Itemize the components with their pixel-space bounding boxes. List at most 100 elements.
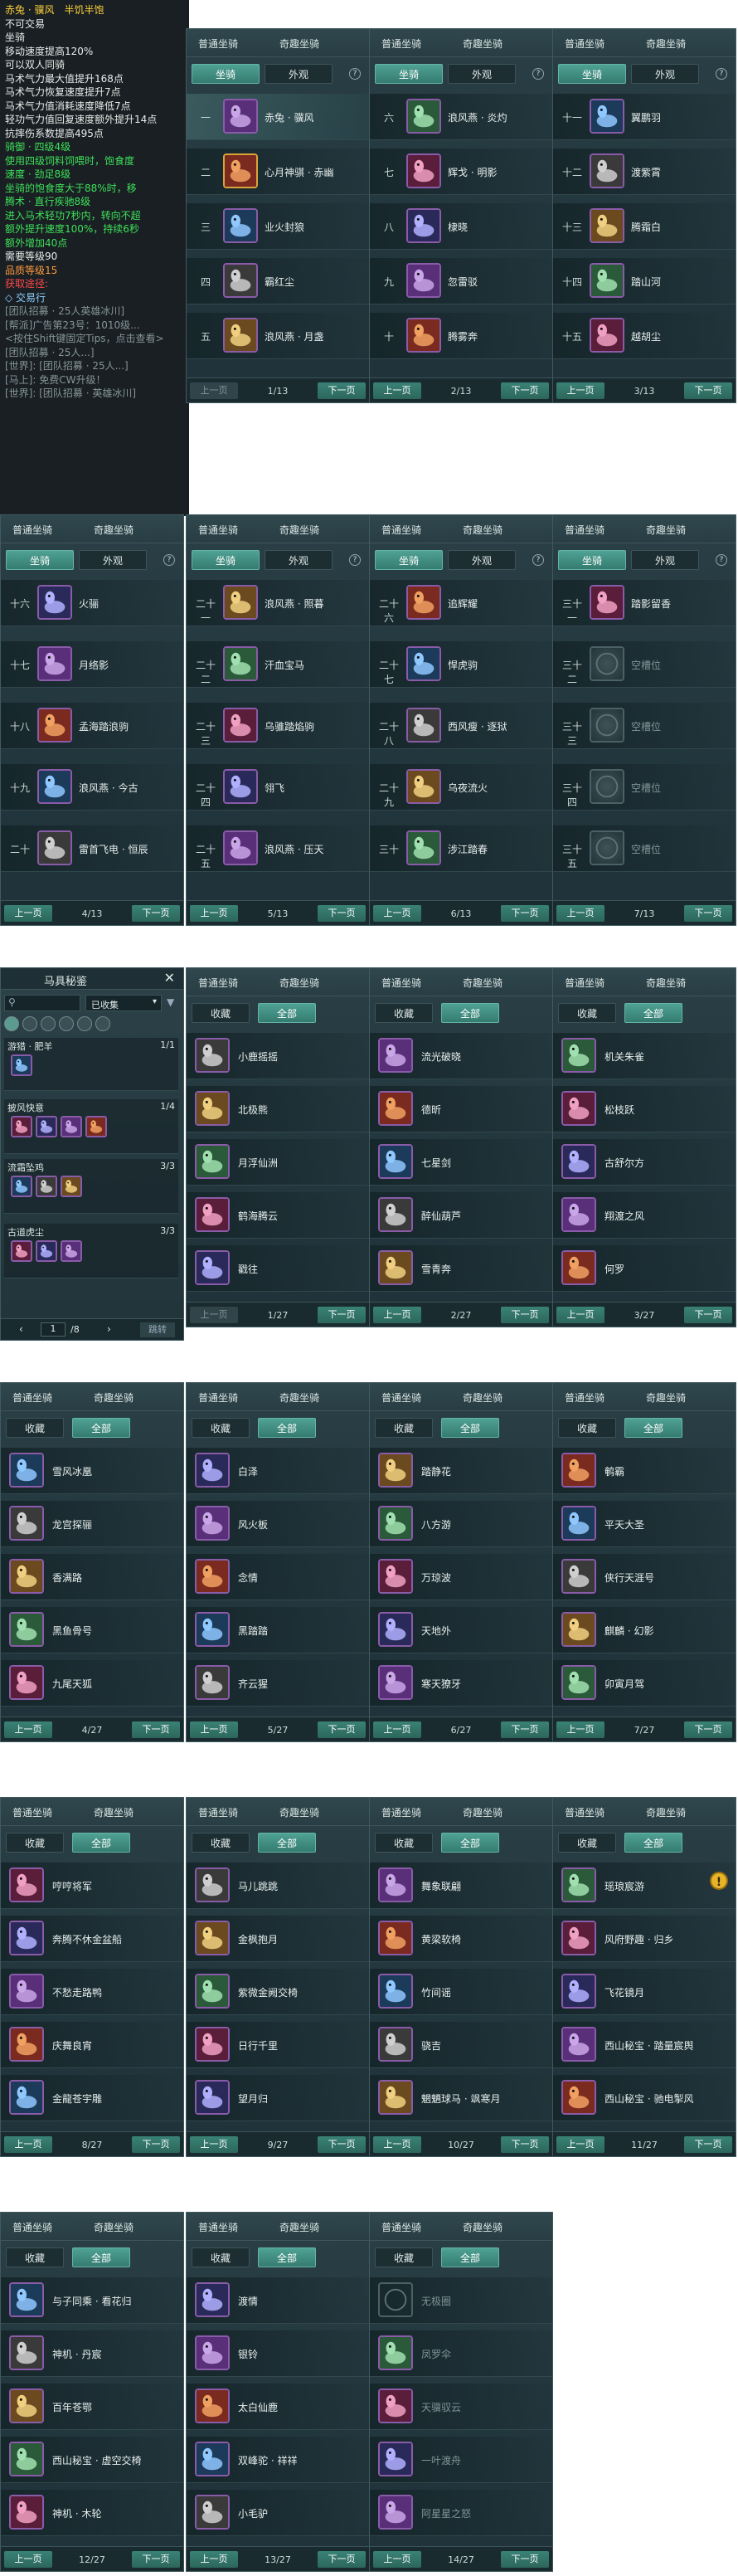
odd-mount-row[interactable]: 望月归 <box>187 2075 369 2121</box>
horse-icon[interactable] <box>22 1016 37 1031</box>
mount-row[interactable]: 二十九 乌夜流火 <box>370 764 552 811</box>
odd-mount-row[interactable]: 九尾天狐 <box>1 1660 183 1707</box>
tab-normal-mount[interactable]: 普通坐骑 <box>198 523 238 537</box>
tab-appearance[interactable]: 外观 <box>265 64 333 84</box>
odd-mount-row[interactable]: 翔渡之风 <box>553 1192 736 1239</box>
mount-row[interactable]: 二十二 汗血宝马 <box>187 641 369 688</box>
next-page-button[interactable]: 下一页 <box>684 1721 732 1738</box>
odd-mount-row[interactable]: 小毛驴 <box>187 2490 369 2536</box>
mount-row[interactable]: 十五 越胡尘 <box>553 313 736 359</box>
tab-odd-mount[interactable]: 奇趣坐骑 <box>463 1805 503 1819</box>
tab-mount[interactable]: 坐骑 <box>375 550 443 570</box>
mount-row[interactable]: 十 腾雾奔 <box>370 313 552 359</box>
mount-row[interactable]: 二十一 浪风燕 · 照暮 <box>187 580 369 626</box>
mount-row[interactable]: 十九 浪风燕 · 今古 <box>1 764 183 811</box>
odd-mount-row[interactable]: 黄梁软椅 <box>370 1916 552 1962</box>
prev-page-button[interactable]: 上一页 <box>373 382 421 399</box>
saddle-item-icon[interactable] <box>36 1116 57 1137</box>
tab-odd-mount[interactable]: 奇趣坐骑 <box>94 1390 134 1405</box>
tab-odd-mount[interactable]: 奇趣坐骑 <box>279 1805 319 1819</box>
next-page-button[interactable]: 下一页 <box>501 2136 549 2153</box>
tab-favorites[interactable]: 收藏 <box>192 1003 250 1023</box>
tab-odd-mount[interactable]: 奇趣坐骑 <box>279 523 319 537</box>
tab-mount[interactable]: 坐骑 <box>6 550 74 570</box>
mount-row[interactable]: 三十三 空槽位 <box>553 703 736 749</box>
next-page-button[interactable]: 下一页 <box>501 382 549 399</box>
next-page-button[interactable]: 下一页 <box>501 905 549 922</box>
tab-favorites[interactable]: 收藏 <box>558 1418 616 1438</box>
odd-mount-row[interactable]: 黑鱼骨号 <box>1 1607 183 1653</box>
horseshoe-icon[interactable] <box>77 1016 92 1031</box>
help-icon[interactable]: ? <box>532 68 544 80</box>
odd-mount-row[interactable]: 德昕 <box>370 1086 552 1132</box>
tab-odd-mount[interactable]: 奇趣坐骑 <box>463 2220 503 2234</box>
tab-odd-mount[interactable]: 奇趣坐骑 <box>646 523 686 537</box>
tab-mount[interactable]: 坐骑 <box>192 64 260 84</box>
tab-normal-mount[interactable]: 普通坐骑 <box>12 1805 52 1819</box>
odd-mount-row[interactable]: 日行千里 <box>187 2022 369 2068</box>
tab-odd-mount[interactable]: 奇趣坐骑 <box>463 976 503 990</box>
mount-row[interactable]: 十三 腾霜白 <box>553 203 736 250</box>
next-page-button[interactable]: 下一页 <box>501 1307 549 1323</box>
odd-mount-row[interactable]: 骁吉 <box>370 2022 552 2068</box>
odd-mount-row[interactable]: 凤罗伞 <box>370 2330 552 2377</box>
tab-appearance[interactable]: 外观 <box>265 550 333 570</box>
prev-page-button[interactable]: 上一页 <box>556 1307 604 1323</box>
tab-favorites[interactable]: 收藏 <box>6 1418 64 1438</box>
odd-mount-row[interactable]: 无极圈 <box>370 2277 552 2324</box>
mount-row[interactable]: 十六 火骊 <box>1 580 183 626</box>
odd-mount-row[interactable]: 龙宫探骊 <box>1 1501 183 1547</box>
tab-favorites[interactable]: 收藏 <box>375 1418 433 1438</box>
next-page-button[interactable]: 下一页 <box>318 2551 366 2568</box>
odd-mount-row[interactable]: 万琼波 <box>370 1554 552 1600</box>
next-page-button[interactable]: 下一页 <box>501 1721 549 1738</box>
prev-page-button[interactable]: 上一页 <box>556 382 604 399</box>
prev-page-button[interactable]: 上一页 <box>190 382 238 399</box>
odd-mount-row[interactable]: 月浮仙洲 <box>187 1139 369 1186</box>
help-icon[interactable]: ? <box>716 68 727 80</box>
next-page-button[interactable]: 下一页 <box>684 382 732 399</box>
tab-mount[interactable]: 坐骑 <box>558 64 626 84</box>
tab-favorites[interactable]: 收藏 <box>192 1833 250 1853</box>
tab-appearance[interactable]: 外观 <box>448 64 516 84</box>
odd-mount-row[interactable]: 八方游 <box>370 1501 552 1547</box>
odd-mount-row[interactable]: 哼哼将军 <box>1 1863 183 1909</box>
bridle-icon[interactable] <box>95 1016 110 1031</box>
odd-mount-row[interactable]: 银铃 <box>187 2330 369 2377</box>
saddle-item-icon[interactable] <box>61 1176 82 1197</box>
tab-appearance[interactable]: 外观 <box>631 64 699 84</box>
prev-page-button[interactable]: 上一页 <box>4 2136 52 2153</box>
tab-normal-mount[interactable]: 普通坐骑 <box>565 976 604 990</box>
tab-normal-mount[interactable]: 普通坐骑 <box>12 1390 52 1405</box>
mount-row[interactable]: 三十五 空槽位 <box>553 825 736 872</box>
tab-favorites[interactable]: 收藏 <box>558 1833 616 1853</box>
tab-normal-mount[interactable]: 普通坐骑 <box>12 523 52 537</box>
prev-page-icon[interactable]: ‹ <box>19 1323 23 1335</box>
odd-mount-row[interactable]: 黑踏踏 <box>187 1607 369 1653</box>
tab-odd-mount[interactable]: 奇趣坐骑 <box>279 2220 319 2234</box>
odd-mount-row[interactable]: 神机 · 丹宸 <box>1 2330 183 2377</box>
tab-odd-mount[interactable]: 奇趣坐骑 <box>94 1805 134 1819</box>
tab-normal-mount[interactable]: 普通坐骑 <box>198 1390 238 1405</box>
tab-odd-mount[interactable]: 奇趣坐骑 <box>463 37 503 51</box>
prev-page-button[interactable]: 上一页 <box>556 1721 604 1738</box>
prev-page-button[interactable]: 上一页 <box>373 905 421 922</box>
odd-mount-row[interactable]: 西山秘宝 · 踏量宸舆 <box>553 2022 736 2068</box>
saddle-icon[interactable] <box>41 1016 56 1031</box>
odd-mount-row[interactable]: 与子同乘 · 看花归 <box>1 2277 183 2324</box>
tab-all[interactable]: 全部 <box>258 1418 316 1438</box>
help-icon[interactable]: ? <box>163 554 175 566</box>
tab-favorites[interactable]: 收藏 <box>558 1003 616 1023</box>
odd-mount-row[interactable]: 齐云猩 <box>187 1660 369 1707</box>
mount-row[interactable]: 五 浪风燕 · 月盏 <box>187 313 369 359</box>
tab-normal-mount[interactable]: 普通坐骑 <box>12 2220 52 2234</box>
tab-odd-mount[interactable]: 奇趣坐骑 <box>279 1390 319 1405</box>
tab-odd-mount[interactable]: 奇趣坐骑 <box>279 976 319 990</box>
mount-row[interactable]: 三 业火封狼 <box>187 203 369 250</box>
odd-mount-row[interactable]: 鹌霸 <box>553 1448 736 1494</box>
mount-row[interactable]: 十八 孟海踏浪驹 <box>1 703 183 749</box>
tab-normal-mount[interactable]: 普通坐骑 <box>565 1805 604 1819</box>
odd-mount-row[interactable]: 魍魉球马 · 飒寒月 <box>370 2075 552 2121</box>
odd-mount-row[interactable]: 百年苍鄂 <box>1 2384 183 2430</box>
odd-mount-row[interactable]: 风火板 <box>187 1501 369 1547</box>
